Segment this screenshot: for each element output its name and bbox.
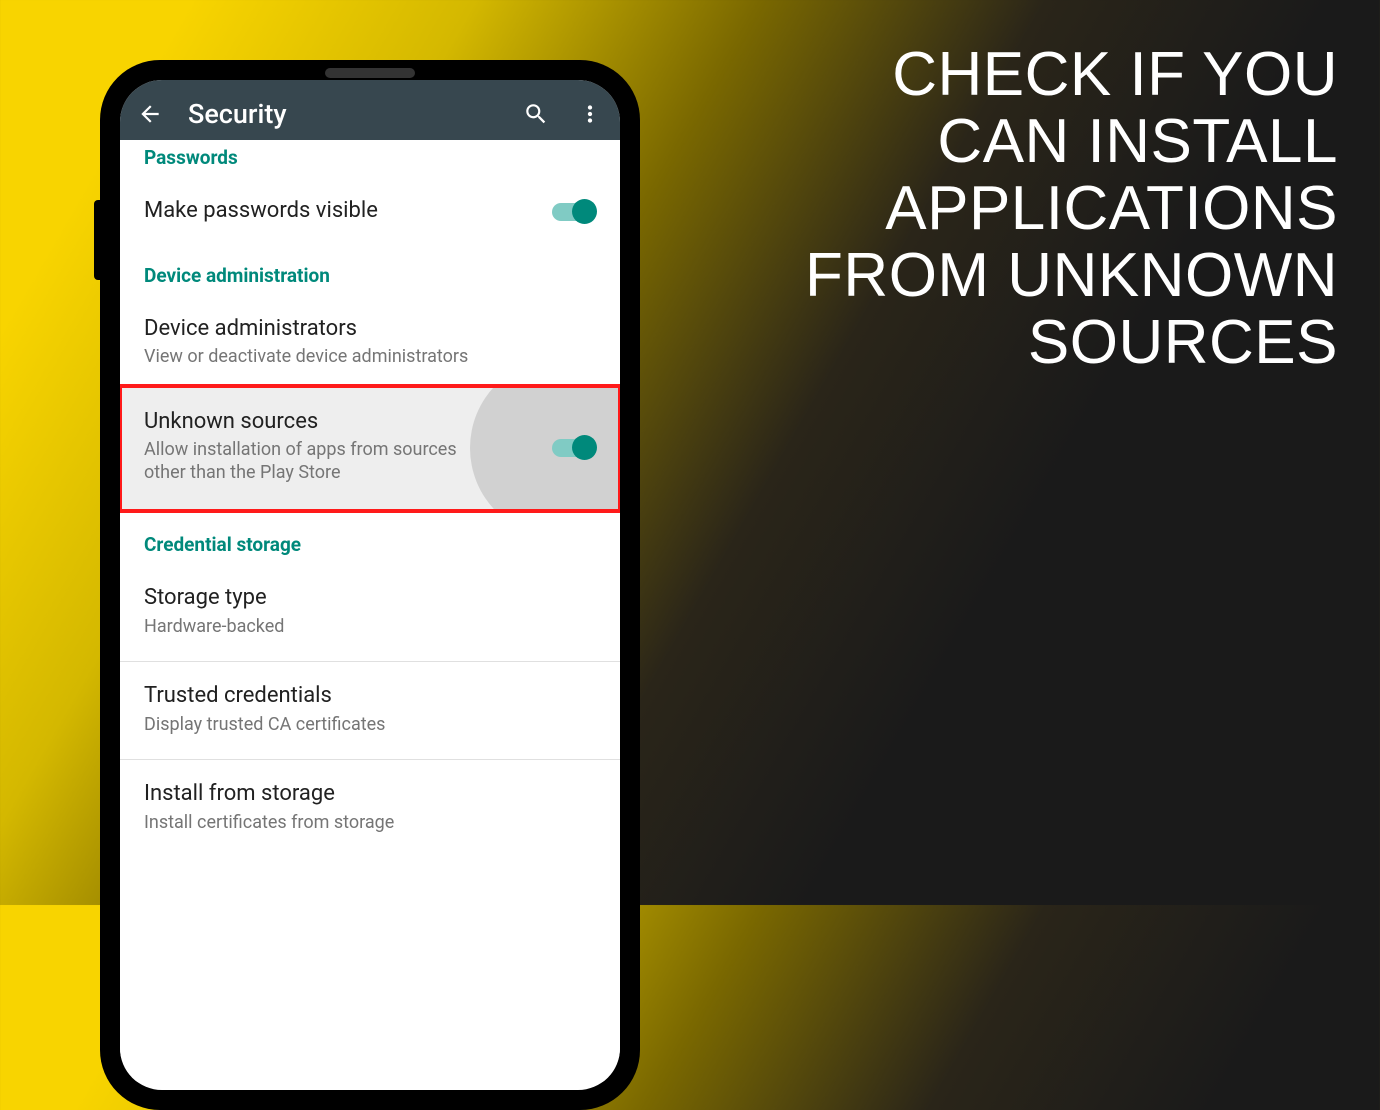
headline-line: APPLICATIONS [805, 176, 1338, 243]
overflow-menu-button[interactable] [574, 98, 606, 130]
headline-line: SOURCES [805, 310, 1338, 377]
row-unknown-sources[interactable]: Unknown sources Allow installation of ap… [120, 386, 620, 512]
settings-content[interactable]: Passwords Make passwords visible Device … [120, 140, 620, 1082]
row-subtitle: Allow installation of apps from sources … [144, 439, 494, 484]
row-title: Unknown sources [144, 408, 530, 436]
appbar-title: Security [188, 98, 498, 130]
headline-line: FROM UNKNOWN [805, 243, 1338, 310]
arrow-back-icon [137, 101, 163, 127]
appbar: Security [120, 80, 620, 148]
back-button[interactable] [134, 98, 166, 130]
divider [120, 759, 620, 760]
row-title: Install from storage [144, 780, 596, 808]
search-icon [523, 101, 549, 127]
row-install-from-storage[interactable]: Install from storage Install certificate… [120, 766, 620, 851]
toggle-passwords-visible[interactable] [552, 203, 594, 221]
section-header-device-admin: Device administration [120, 242, 620, 301]
row-subtitle: View or deactivate device administrators [144, 346, 494, 369]
divider [120, 661, 620, 662]
headline-line: CHECK IF YOU [805, 42, 1338, 109]
section-header-credential-storage: Credential storage [120, 511, 620, 570]
section-header-passwords: Passwords [120, 140, 620, 183]
row-title: Device administrators [144, 315, 596, 343]
row-subtitle: Hardware-backed [144, 616, 494, 639]
headline-text: CHECK IF YOU CAN INSTALL APPLICATIONS FR… [805, 42, 1338, 377]
headline-line: CAN INSTALL [805, 109, 1338, 176]
row-title: Storage type [144, 584, 596, 612]
row-subtitle: Install certificates from storage [144, 812, 494, 835]
row-make-passwords-visible[interactable]: Make passwords visible [120, 183, 620, 242]
more-vert-icon [577, 101, 603, 127]
row-storage-type[interactable]: Storage type Hardware-backed [120, 570, 620, 655]
phone-notch [325, 68, 415, 78]
search-button[interactable] [520, 98, 552, 130]
phone-frame: Security Passwords Make passwords visibl… [100, 60, 640, 1110]
phone-screen: Security Passwords Make passwords visibl… [120, 80, 620, 1090]
row-subtitle: Display trusted CA certificates [144, 714, 494, 737]
phone-side-button [94, 200, 100, 280]
row-title: Trusted credentials [144, 682, 596, 710]
row-trusted-credentials[interactable]: Trusted credentials Display trusted CA c… [120, 668, 620, 753]
row-device-administrators[interactable]: Device administrators View or deactivate… [120, 301, 620, 386]
toggle-unknown-sources[interactable] [552, 439, 594, 457]
row-title: Make passwords visible [144, 197, 530, 225]
